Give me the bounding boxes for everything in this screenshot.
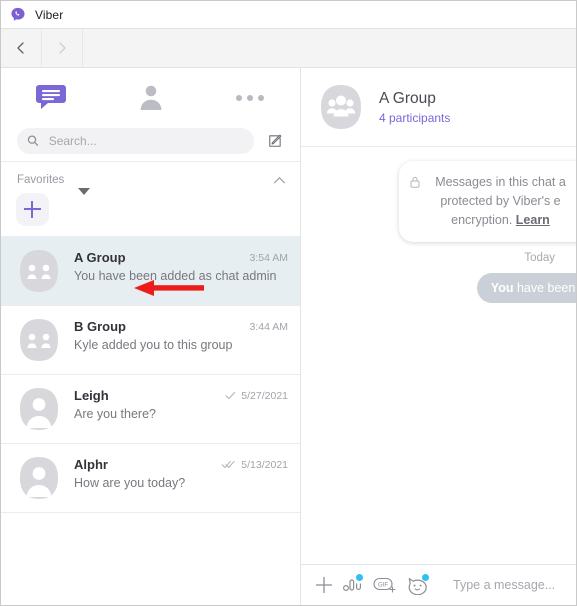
person-avatar [20,457,58,499]
sticker-badge-dot [356,574,363,581]
chat-item-name: Alphr [74,457,108,472]
encryption-notice-line3: encryption. Learn [411,211,576,230]
person-icon [140,85,161,110]
title-bar: Viber [1,1,576,28]
viber-desktop-window: Viber Search... Favorites A Group 3:54 A… [0,0,577,606]
chat-list-item-leigh[interactable]: Leigh 5/27/2021 Are you there? [1,375,300,444]
chat-item-name: B Group [74,319,126,334]
group-avatar [20,250,58,292]
emoji-button[interactable] [407,573,429,597]
encryption-notice-wrap: Messages in this chat a protected by Vib… [301,161,576,242]
emoji-badge-dot [422,574,429,581]
lock-icon [410,176,420,188]
search-row [1,120,300,162]
sidebar-item-chats[interactable] [1,76,101,120]
sticker-button[interactable] [343,573,363,597]
navigation-bar [1,28,576,68]
person-avatar [20,388,58,430]
encryption-notice-line1: Messages in this chat a [435,175,566,189]
main-area: Favorites [1,68,576,605]
chat-item-time: 5/27/2021 [225,390,288,402]
search-icon [27,135,39,146]
chat-item-name: A Group [74,250,126,265]
chat-item-time: 3:54 AM [249,252,288,264]
forward-button[interactable] [42,29,83,67]
chat-item-time-text: 5/13/2021 [241,458,288,471]
compose-new-message-button[interactable] [262,128,288,154]
message-text: have been added a [516,281,576,295]
chat-item-preview: Kyle added you to this group [74,338,233,352]
chat-item-meta: Leigh 5/27/2021 Are you there? [74,386,288,422]
encryption-notice-line3-text: encryption. [451,213,516,227]
chat-item-top-row: B Group 3:44 AM [74,319,288,334]
chat-header[interactable]: A Group 4 participants [301,68,576,147]
favorites-header: Favorites [1,167,300,193]
day-separator: Today [524,252,555,264]
chat-item-time-text: 3:44 AM [249,320,288,333]
add-attachment-button[interactable] [315,573,333,597]
viber-logo-icon [11,7,25,21]
chat-item-time: 5/13/2021 [221,459,288,471]
sidebar-item-contacts[interactable] [101,76,201,120]
chat-list-item-a-group[interactable]: A Group 3:54 AM You have been added as c… [1,237,300,306]
chat-item-meta: A Group 3:54 AM You have been added as c… [74,248,288,284]
encryption-notice-line2: protected by Viber's e [440,194,561,208]
chat-item-top-row: Leigh 5/27/2021 [74,388,288,403]
search-box[interactable] [17,127,254,154]
chat-header-text: A Group 4 participants [379,90,450,125]
navbar-filler [83,29,576,67]
message-composer: GIF [301,564,576,605]
chat-item-time-text: 5/27/2021 [241,389,288,402]
chat-item-name: Leigh [74,388,109,403]
chat-pane: A Group 4 participants Messages in this … [301,68,576,605]
favorites-label: Favorites [17,174,65,186]
chat-item-meta: Alphr 5/13/2021 How are you today? [74,455,288,491]
compose-new-message-icon [269,134,282,147]
chat-item-meta: B Group 3:44 AM Kyle added you to this g… [74,317,288,353]
sidebar-tab-bar [1,68,300,195]
gif-icon: GIF [373,577,396,593]
message-bubble-outgoing[interactable]: You have been added a [476,273,576,303]
message-bubble-wrap: You have been added a [301,273,576,303]
back-button[interactable] [1,29,42,67]
chat-item-preview: How are you today? [74,476,186,490]
chat-item-preview: Are you there? [74,407,156,421]
group-avatar-large [321,85,361,129]
gif-button[interactable]: GIF [373,573,397,597]
sidebar: Favorites [1,68,301,605]
favorites-body [1,193,300,237]
add-attachment-icon [315,576,333,594]
delivered-double-check-icon [221,460,235,469]
window-title: Viber [35,7,64,22]
chat-item-preview: You have been added as chat admin [74,269,277,283]
message-input[interactable] [453,578,576,592]
chat-item-top-row: A Group 3:54 AM [74,250,288,265]
encryption-notice: Messages in this chat a protected by Vib… [399,161,576,242]
plus-icon [24,201,41,218]
chats-tab-active-caret [78,188,90,195]
message-sender-label: You [490,281,514,295]
chat-item-time: 3:44 AM [249,321,288,333]
chevron-right-icon [59,42,66,54]
chevron-left-icon [17,42,24,54]
svg-text:GIF: GIF [378,583,388,589]
chat-item-time-text: 3:54 AM [249,251,288,264]
message-area: Messages in this chat a protected by Vib… [301,147,576,564]
chat-list-item-b-group[interactable]: B Group 3:44 AM Kyle added you to this g… [1,306,300,375]
chat-participants[interactable]: 4 participants [379,111,450,125]
search-input[interactable] [48,133,244,148]
chat-title: A Group [379,89,436,107]
chat-list-item-alphr[interactable]: Alphr 5/13/2021 How are you today? [1,444,300,513]
add-favorite-button[interactable] [16,193,49,226]
chat-item-top-row: Alphr 5/13/2021 [74,457,288,472]
chat-bubble-icon [35,85,66,109]
learn-more-link[interactable]: Learn [516,213,550,227]
sidebar-item-more[interactable] [200,76,300,120]
sent-check-icon [225,391,236,400]
chat-list[interactable]: A Group 3:54 AM You have been added as c… [1,237,300,605]
group-avatar [20,319,58,361]
more-dots-icon [236,95,265,101]
chevron-up-icon[interactable] [273,176,286,185]
